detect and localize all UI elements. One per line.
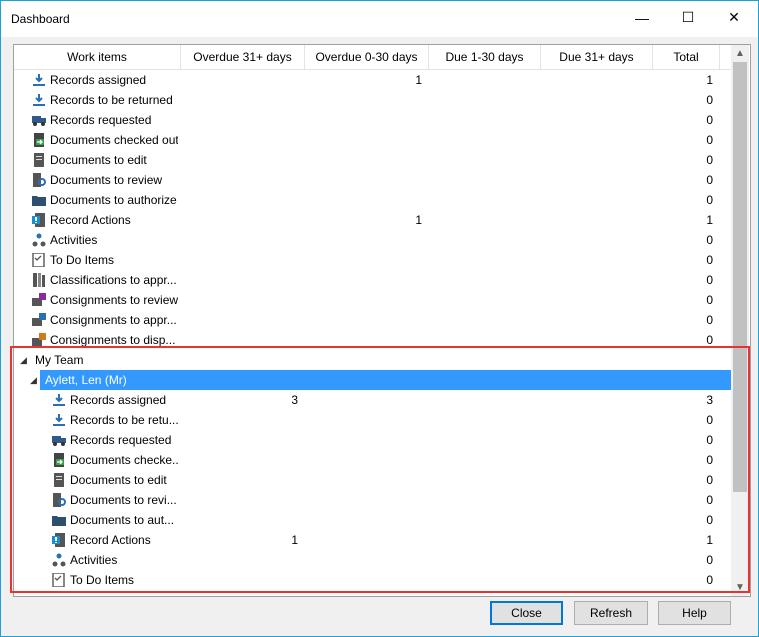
- row-label: Record Actions: [50, 213, 131, 227]
- document-review-icon: [32, 173, 46, 187]
- row-label: Consignments to review: [50, 293, 178, 307]
- cell-total: 0: [706, 313, 713, 327]
- list-item[interactable]: To Do Items 0: [14, 250, 731, 270]
- todo-icon: [32, 252, 46, 268]
- list-item[interactable]: Classifications to appr... 0: [14, 270, 731, 290]
- row-label: Documents to authorize: [50, 193, 177, 207]
- folder-icon: [32, 193, 46, 207]
- cell-total: 0: [706, 253, 713, 267]
- column-header-row: Work items Overdue 31+ days Overdue 0-30…: [14, 45, 731, 70]
- close-icon[interactable]: ✕: [711, 1, 757, 34]
- activities-icon: [32, 233, 46, 247]
- list-item[interactable]: Records to be returned 0: [14, 90, 731, 110]
- cell-total: 0: [706, 233, 713, 247]
- download-arrow-icon: [32, 73, 46, 87]
- document-edit-icon: [32, 153, 46, 167]
- minimize-icon[interactable]: —: [619, 1, 665, 34]
- list-item[interactable]: Consignments to appr... 0: [14, 310, 731, 330]
- close-button[interactable]: Close: [490, 601, 563, 625]
- column-header-overdue-0-30[interactable]: Overdue 0-30 days: [305, 45, 429, 69]
- cell-total: 0: [706, 173, 713, 187]
- row-label: Consignments to appr...: [50, 313, 177, 327]
- list-item[interactable]: Documents to review 0: [14, 170, 731, 190]
- row-label: To Do Items: [50, 253, 115, 267]
- cell-od0-30: 1: [415, 213, 422, 227]
- document-checkout-icon: [32, 133, 46, 147]
- help-button[interactable]: Help: [658, 601, 731, 625]
- list-item[interactable]: Documents to authorize 0: [14, 190, 731, 210]
- cell-total: 0: [706, 193, 713, 207]
- column-header-overdue-31[interactable]: Overdue 31+ days: [181, 45, 305, 69]
- dashboard-window: Dashboard — ☐ ✕ Work items Overdue 31+ d…: [0, 0, 759, 637]
- cell-total: 0: [706, 273, 713, 287]
- column-header-work-items[interactable]: Work items: [14, 45, 181, 69]
- cell-total: 1: [706, 213, 713, 227]
- row-label: Documents to review: [50, 173, 163, 187]
- truck-icon: [32, 113, 46, 127]
- refresh-button[interactable]: Refresh: [574, 601, 648, 625]
- cell-total: 0: [706, 93, 713, 107]
- list-item[interactable]: Documents checked out 0: [14, 130, 731, 150]
- list-item[interactable]: Records requested 0: [14, 110, 731, 130]
- row-label: Records assigned: [50, 73, 147, 87]
- cell-total: 0: [706, 153, 713, 167]
- classification-icon: [32, 273, 46, 287]
- cell-total: 0: [706, 293, 713, 307]
- row-label: Activities: [50, 233, 98, 247]
- list-item[interactable]: Records assigned 1 1: [14, 70, 731, 90]
- record-action-icon: [32, 213, 46, 227]
- my-team-highlight-box: [10, 346, 750, 593]
- consignment-approve-icon: [32, 313, 46, 327]
- title-bar: Dashboard — ☐ ✕: [1, 1, 758, 37]
- column-header-due-31[interactable]: Due 31+ days: [541, 45, 653, 69]
- list-item[interactable]: Record Actions 1 1: [14, 210, 731, 230]
- column-header-due-1-30[interactable]: Due 1-30 days: [429, 45, 541, 69]
- consignment-dispose-icon: [32, 333, 46, 347]
- cell-od0-30: 1: [415, 73, 422, 87]
- cell-total: 0: [706, 113, 713, 127]
- column-header-total[interactable]: Total: [653, 45, 720, 69]
- row-label: Records requested: [50, 113, 152, 127]
- maximize-icon[interactable]: ☐: [665, 1, 711, 34]
- row-label: Documents checked out: [50, 133, 178, 147]
- list-item[interactable]: Activities 0: [14, 230, 731, 250]
- window-title: Dashboard: [11, 12, 70, 26]
- list-item[interactable]: Consignments to review 0: [14, 290, 731, 310]
- row-label: Classifications to appr...: [50, 273, 177, 287]
- row-label: Records to be returned: [50, 93, 173, 107]
- cell-total: 1: [706, 73, 713, 87]
- consignment-icon: [32, 293, 46, 307]
- cell-total: 0: [706, 133, 713, 147]
- download-arrow-icon: [32, 93, 46, 107]
- scroll-up-icon[interactable]: ▲: [731, 45, 749, 62]
- row-label: Documents to edit: [50, 153, 147, 167]
- list-item[interactable]: Documents to edit 0: [14, 150, 731, 170]
